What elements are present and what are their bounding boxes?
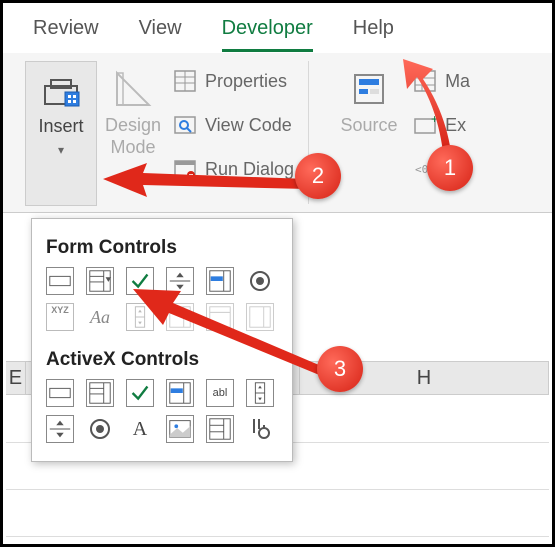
tab-help[interactable]: Help — [353, 7, 394, 50]
ribbon: Insert ▾ Design Mode Properties View Cod… — [3, 53, 552, 213]
map-icon — [413, 69, 437, 93]
ax-combobox-icon[interactable] — [86, 379, 114, 407]
tab-view[interactable]: View — [139, 7, 182, 50]
ax-scrollbar-icon[interactable] — [246, 379, 274, 407]
toolbox-icon — [41, 70, 81, 110]
properties-icon — [173, 69, 197, 93]
chevron-down-icon: ▾ — [58, 143, 64, 157]
view-code-icon — [173, 113, 197, 137]
form-disabled2-icon — [206, 303, 234, 331]
ax-button-icon[interactable] — [46, 379, 74, 407]
callout-1: 1 — [427, 145, 473, 191]
form-controls-row2: XYZ Aa — [46, 303, 278, 331]
design-mode-label: Design Mode — [101, 115, 165, 158]
activex-controls-heading: ActiveX Controls — [46, 349, 278, 371]
tab-developer[interactable]: Developer — [222, 7, 313, 50]
ax-toggle-icon[interactable] — [206, 415, 234, 443]
controls-group: Insert ▾ Design Mode Properties View Cod… — [15, 61, 309, 204]
form-label-icon[interactable]: Aa — [86, 303, 114, 331]
ax-checkbox-icon[interactable] — [126, 379, 154, 407]
form-scrollbar-icon[interactable] — [126, 303, 154, 331]
form-disabled3-icon — [246, 303, 274, 331]
run-dialog-icon — [173, 157, 197, 181]
form-disabled1-icon — [166, 303, 194, 331]
ax-image-icon[interactable] — [166, 415, 194, 443]
form-button-icon[interactable] — [46, 267, 74, 295]
activex-row2: A — [46, 415, 278, 443]
form-groupbox-icon[interactable]: XYZ — [46, 303, 74, 331]
source-button[interactable]: Source — [329, 61, 409, 206]
insert-controls-dropdown: Form Controls XYZ Aa ActiveX Controls ab… — [31, 218, 293, 462]
view-code-button[interactable]: View Code — [173, 109, 294, 141]
source-icon — [349, 69, 389, 109]
tab-review[interactable]: Review — [33, 7, 99, 50]
run-dialog-button[interactable]: Run Dialog — [173, 153, 294, 185]
ax-textbox-icon[interactable]: abl — [206, 379, 234, 407]
insert-label: Insert — [38, 116, 83, 137]
callout-2: 2 — [295, 153, 341, 199]
expand-icon: + — [413, 113, 437, 137]
expansion-packs-button[interactable]: + Ex — [413, 109, 470, 141]
form-spinner-icon[interactable] — [166, 267, 194, 295]
callout-3: 3 — [317, 346, 363, 392]
properties-button[interactable]: Properties — [173, 65, 294, 97]
map-label: Ma — [445, 71, 470, 92]
ax-label-icon[interactable]: A — [126, 415, 154, 443]
properties-label: Properties — [205, 71, 287, 92]
form-listbox-icon[interactable] — [206, 267, 234, 295]
form-checkbox-icon[interactable] — [126, 267, 154, 295]
control-small-buttons: Properties View Code Run Dialog — [169, 61, 298, 189]
ribbon-tabs: Review View Developer Help — [3, 3, 552, 53]
ax-option-icon[interactable] — [86, 415, 114, 443]
run-dialog-label: Run Dialog — [205, 159, 294, 180]
form-controls-heading: Form Controls — [46, 237, 278, 259]
design-mode-button[interactable]: Design Mode — [97, 61, 169, 206]
view-code-label: View Code — [205, 115, 292, 136]
form-option-icon[interactable] — [246, 267, 274, 295]
insert-button[interactable]: Insert ▾ — [25, 61, 97, 206]
col-e[interactable]: E — [6, 362, 26, 394]
form-controls-row1 — [46, 267, 278, 295]
source-label: Source — [341, 115, 398, 136]
expand-label: Ex — [445, 115, 466, 136]
ruler-triangle-icon — [113, 69, 153, 109]
svg-text:+: + — [431, 113, 437, 126]
ax-more-icon[interactable] — [246, 415, 274, 443]
form-combobox-icon[interactable] — [86, 267, 114, 295]
ax-spinner-icon[interactable] — [46, 415, 74, 443]
map-properties-button[interactable]: Ma — [413, 65, 470, 97]
activex-row1: abl — [46, 379, 278, 407]
ax-listbox-icon[interactable] — [166, 379, 194, 407]
